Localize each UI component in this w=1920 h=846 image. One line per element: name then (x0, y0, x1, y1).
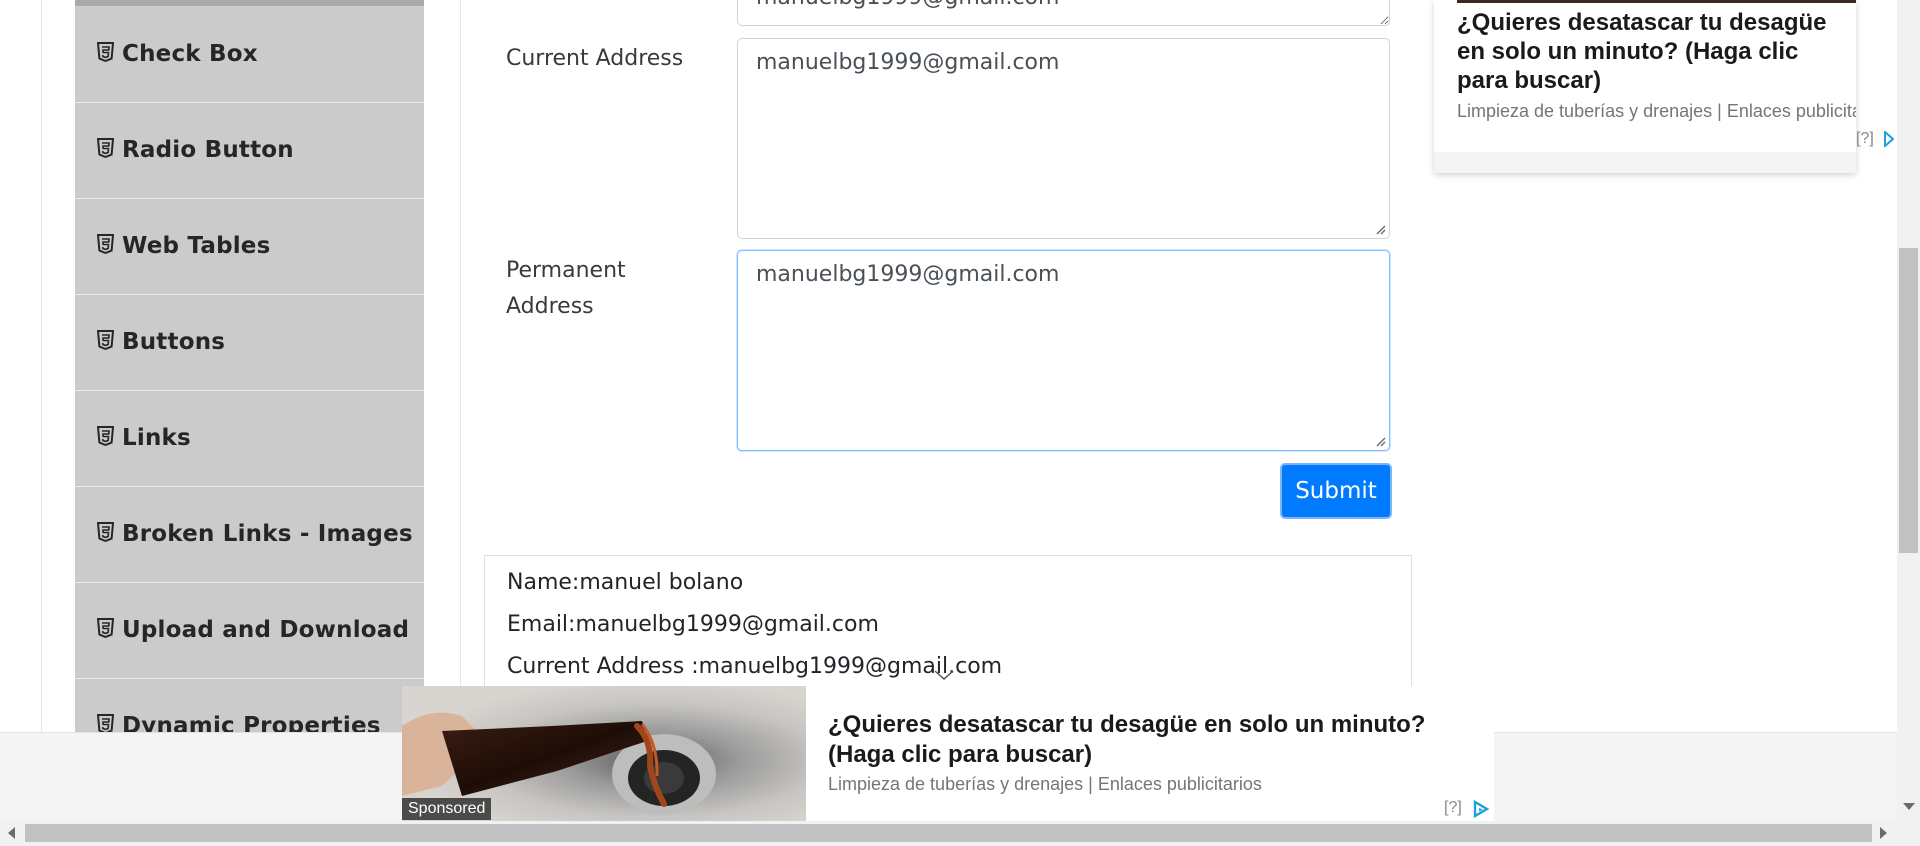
permanent-address-value: manuelbg1999@gmail.com (756, 262, 1060, 287)
sidebar-item-label: Links (122, 425, 191, 451)
sidebar-item-broken-links[interactable]: Broken Links - Images (75, 487, 424, 583)
scroll-down-arrow-icon[interactable] (1903, 803, 1915, 810)
html5-icon (97, 234, 114, 254)
html5-icon (97, 42, 114, 62)
sidebar-item-label: Upload and Download (122, 617, 410, 643)
adchoices-icon[interactable] (1472, 800, 1490, 818)
vertical-scrollbar-thumb[interactable] (1899, 248, 1918, 553)
ad-image-strip (1457, 0, 1856, 3)
current-address-value: manuelbg1999@gmail.com (756, 50, 1060, 75)
sidebar-item-buttons[interactable]: Buttons (75, 295, 424, 391)
sidebar-menu: Check Box Radio Button Web Tables Button… (75, 0, 424, 775)
right-ad-title[interactable]: ¿Quieres desatascar tu desagüe en solo u… (1457, 8, 1853, 95)
submit-button[interactable]: Submit (1280, 463, 1392, 519)
permanent-address-label-line1: Permanent (506, 258, 626, 283)
permanent-address-label-line2: Address (506, 294, 594, 319)
sidebar-item-label: Check Box (122, 41, 258, 67)
permanent-address-field[interactable]: manuelbg1999@gmail.com (737, 250, 1390, 451)
sidebar-item-links[interactable]: Links (75, 391, 424, 487)
scroll-right-arrow-icon[interactable] (1880, 827, 1887, 839)
right-ad-subtitle: Limpieza de tuberías y drenajes | Enlace… (1457, 101, 1856, 121)
bottom-ad-help[interactable]: [?] (1444, 799, 1462, 817)
sidebar-item-label: Radio Button (122, 137, 294, 163)
html5-icon (97, 522, 114, 542)
horizontal-scrollbar-thumb[interactable] (25, 824, 1872, 842)
current-address-field[interactable]: manuelbg1999@gmail.com (737, 38, 1390, 239)
sidebar-item-label: Buttons (122, 329, 226, 355)
html5-icon (97, 426, 114, 446)
email-field[interactable]: manuelbg1999@gmail.com (737, 0, 1390, 26)
html5-icon (97, 330, 114, 350)
scroll-left-arrow-icon[interactable] (8, 827, 15, 839)
output-name: Name:manuel bolano (507, 570, 744, 595)
resize-grip-icon[interactable] (1374, 435, 1386, 447)
adchoices-icon[interactable] (1884, 131, 1894, 147)
output-email: Email:manuelbg1999@gmail.com (507, 612, 879, 637)
bottom-sticky-ad[interactable]: Sponsored ¿Quieres desatascar tu desagüe… (402, 686, 1494, 821)
vertical-scrollbar[interactable] (1897, 0, 1920, 846)
chevron-down-icon[interactable] (933, 668, 955, 682)
right-ad-help[interactable]: [?] (1856, 130, 1874, 148)
email-field-value: manuelbg1999@gmail.com (756, 0, 1059, 10)
current-address-label: Current Address (506, 46, 684, 71)
horizontal-scrollbar[interactable] (0, 820, 1897, 846)
sidebar-item-radio-button[interactable]: Radio Button (75, 103, 424, 199)
resize-grip-icon[interactable] (1374, 223, 1386, 235)
page-left-border (41, 0, 42, 732)
html5-icon (97, 138, 114, 158)
right-ad-footer (1434, 152, 1856, 173)
menu-item-partial-top (75, 0, 424, 7)
permanent-address-label: Permanent Address (506, 253, 626, 325)
sponsored-badge: Sponsored (402, 798, 492, 820)
bottom-ad-subtitle: Limpieza de tuberías y drenajes | Enlace… (828, 774, 1262, 794)
sidebar-item-web-tables[interactable]: Web Tables (75, 199, 424, 295)
sidebar-item-label: Broken Links - Images (122, 521, 413, 547)
sidebar-divider (460, 0, 461, 732)
sidebar-item-label: Web Tables (122, 233, 271, 259)
html5-icon (97, 618, 114, 638)
bottom-ad-title[interactable]: ¿Quieres desatascar tu desagüe en solo u… (828, 710, 1468, 770)
right-ad[interactable]: ¿Quieres desatascar tu desagüe en solo u… (1434, 0, 1856, 173)
sidebar-item-upload-download[interactable]: Upload and Download (75, 583, 424, 679)
html5-icon (97, 714, 114, 734)
sidebar-item-check-box[interactable]: Check Box (75, 7, 424, 103)
